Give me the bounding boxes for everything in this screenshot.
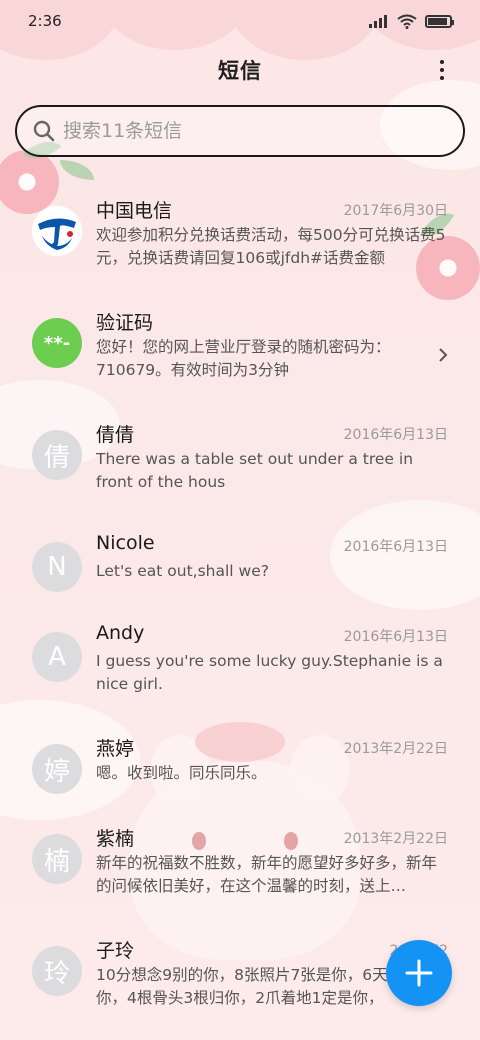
avatar: 倩 xyxy=(32,430,82,480)
message-date: 2013年2月22日 xyxy=(343,741,448,757)
page-title: 短信 xyxy=(218,59,262,83)
avatar: A xyxy=(32,632,82,682)
wifi-icon xyxy=(397,14,417,29)
contact-name: 燕婷 xyxy=(96,738,135,760)
verification-code-avatar: **- xyxy=(32,318,82,368)
message-date: 2016年6月13日 xyxy=(343,629,448,645)
conversation-item[interactable]: **- 验证码 您好！您的网上营业厅登录的随机密码为：710679。有效时间为3… xyxy=(0,292,480,404)
chevron-right-icon[interactable] xyxy=(436,348,450,362)
message-preview: 新年的祝福数不胜数，新年的愿望好多好多，新年的问候依旧美好，在这个温馨的时刻，送… xyxy=(96,854,438,895)
status-bar: 2:36 xyxy=(0,0,480,42)
message-preview: I guess you're some lucky guy.Stephanie … xyxy=(96,652,443,693)
search-icon xyxy=(33,120,55,142)
avatar: 婷 xyxy=(32,744,82,794)
conversation-item[interactable]: N Nicole 2016年6月13日 Let's eat out,shall … xyxy=(0,516,480,606)
search-bar[interactable] xyxy=(15,105,465,157)
contact-name: 倩倩 xyxy=(96,424,135,446)
message-preview: There was a table set out under a tree i… xyxy=(96,450,414,491)
conversation-list: 中国电信 2017年6月30日 欢迎参加积分兑换话费活动，每500分可兑换话费5… xyxy=(0,180,480,1032)
plus-icon xyxy=(405,959,433,987)
signal-icon xyxy=(369,15,387,28)
avatar: 楠 xyxy=(32,834,82,884)
message-date: 2016年6月13日 xyxy=(343,427,448,443)
conversation-item[interactable]: A Andy 2016年6月13日 I guess you're some lu… xyxy=(0,606,480,718)
battery-icon xyxy=(425,14,454,28)
avatar: N xyxy=(32,542,82,592)
message-date: 2017年6月30日 xyxy=(343,203,448,219)
contact-name: 子玲 xyxy=(96,940,135,962)
search-input[interactable] xyxy=(63,120,443,142)
new-message-button[interactable] xyxy=(386,940,452,1006)
message-date: 2013年2月22日 xyxy=(343,831,448,847)
contact-name: 验证码 xyxy=(96,312,154,334)
message-date: 2016年6月13日 xyxy=(343,539,448,555)
conversation-item[interactable]: 楠 紫楠 2013年2月22日 新年的祝福数不胜数，新年的愿望好多好多，新年的问… xyxy=(0,808,480,920)
message-preview: 您好！您的网上营业厅登录的随机密码为：710679。有效时间为3分钟 xyxy=(96,338,391,379)
contact-name: 中国电信 xyxy=(96,200,173,222)
app-header: 短信 xyxy=(0,50,480,90)
more-options-icon[interactable] xyxy=(428,56,456,84)
message-preview: 欢迎参加积分兑换话费活动，每500分可兑换话费5元，兑换话费请回复106或jfd… xyxy=(96,226,446,267)
china-telecom-logo-icon xyxy=(32,206,82,256)
contact-name: Nicole xyxy=(96,532,155,554)
message-preview: Let's eat out,shall we? xyxy=(96,562,269,580)
contact-name: 紫楠 xyxy=(96,828,135,850)
status-time: 2:36 xyxy=(28,12,62,30)
contact-name: Andy xyxy=(96,622,145,644)
avatar: 玲 xyxy=(32,946,82,996)
conversation-item[interactable]: 倩 倩倩 2016年6月13日 There was a table set ou… xyxy=(0,404,480,516)
china-telecom-logo-avatar xyxy=(32,206,82,256)
conversation-item[interactable]: 婷 燕婷 2013年2月22日 嗯。收到啦。同乐同乐。 xyxy=(0,718,480,808)
conversation-item[interactable]: 中国电信 2017年6月30日 欢迎参加积分兑换话费活动，每500分可兑换话费5… xyxy=(0,180,480,292)
message-preview: 嗯。收到啦。同乐同乐。 xyxy=(96,764,267,782)
